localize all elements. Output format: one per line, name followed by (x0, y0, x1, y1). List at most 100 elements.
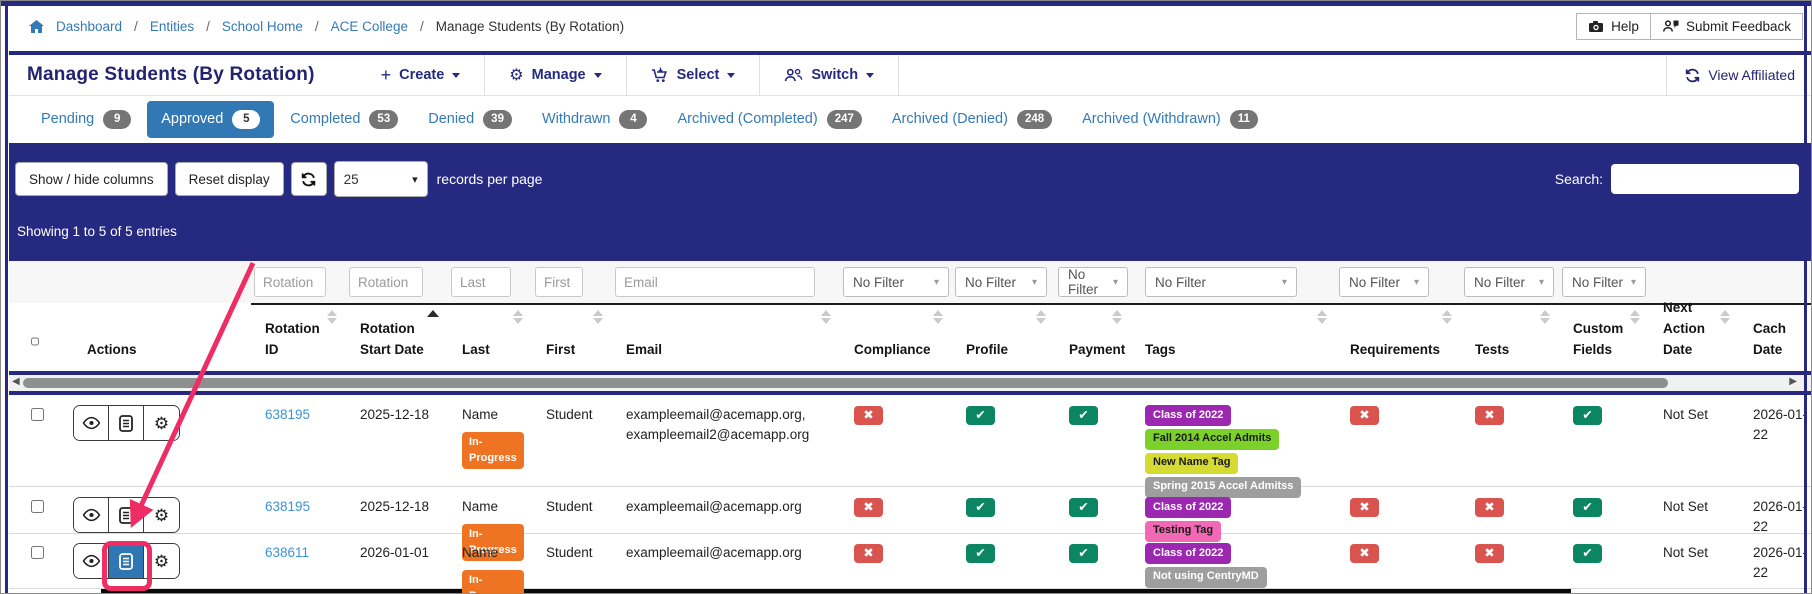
filter-requirements-select[interactable]: No Filter ▾ (1339, 267, 1429, 297)
sort-icon (933, 310, 943, 324)
filter-last-input[interactable] (451, 267, 511, 297)
help-button[interactable]: Help (1576, 12, 1651, 40)
column-header-compliance[interactable]: Compliance (840, 303, 952, 371)
filter-tags-select[interactable]: No Filter ▾ (1145, 267, 1297, 297)
tab-denied[interactable]: Denied 39 (414, 101, 526, 138)
details-document-button-highlighted[interactable] (109, 544, 144, 578)
tab-withdrawn[interactable]: Withdrawn 4 (528, 101, 662, 138)
filter-compliance-select[interactable]: No Filter ▾ (843, 267, 949, 297)
column-header-next-action-date[interactable]: Next Action Date (1649, 300, 1739, 371)
filter-custom-fields-select[interactable]: No Filter ▾ (1562, 267, 1646, 297)
filter-tests-select[interactable]: No Filter ▾ (1464, 267, 1554, 297)
filter-first-input[interactable] (535, 267, 583, 297)
scroll-right-arrow[interactable]: ▶ (1789, 376, 1797, 387)
settings-gear-button[interactable]: ⚙ (144, 406, 179, 440)
status-badge: In-Progress (462, 569, 524, 593)
select-all-checkbox[interactable] (31, 335, 39, 348)
column-header-requirements[interactable]: Requirements (1336, 303, 1461, 371)
table-header: Actions Rotation ID Rotation Start Date … (9, 300, 1811, 371)
tag-badge: New Name Tag (1145, 452, 1239, 474)
view-eye-button[interactable] (74, 544, 109, 578)
column-header-cach-date: Cach Date (1753, 321, 1787, 358)
sort-icon (593, 310, 603, 324)
rotation-id-link[interactable]: 638195 (265, 407, 310, 422)
email-cell: exampleemail@acemapp.org, exampleemail2@… (626, 407, 810, 442)
column-header-first[interactable]: First (532, 303, 612, 371)
chevron-down-icon (593, 72, 602, 78)
rotation-id-link[interactable]: 638195 (265, 499, 310, 514)
tab-approved[interactable]: Approved 5 (147, 101, 275, 138)
scrollbar-thumb[interactable] (23, 378, 1668, 388)
filter-payment-select[interactable]: No Filter ▾ (1058, 267, 1128, 297)
view-affiliated-button[interactable]: View Affiliated (1666, 55, 1811, 95)
rotation-id-link[interactable]: 638611 (265, 545, 309, 560)
column-header-custom-fields[interactable]: Custom Fields (1559, 303, 1649, 371)
next-action-date-cell: Not Set (1663, 545, 1709, 560)
tab-archived-completed[interactable]: Archived (Completed) 247 (663, 101, 875, 138)
sort-icon (1112, 310, 1122, 324)
row-checkbox[interactable] (31, 408, 44, 421)
breadcrumb-dashboard[interactable]: Dashboard (56, 19, 122, 34)
page-left-border (5, 1, 8, 593)
sort-icon (513, 310, 523, 324)
create-menu[interactable]: + Create (357, 55, 486, 95)
breadcrumb-school-home[interactable]: School Home (222, 19, 303, 34)
settings-gear-button[interactable]: ⚙ (144, 498, 179, 532)
sort-icon (1720, 310, 1730, 324)
tab-pending[interactable]: Pending 9 (27, 101, 145, 138)
compliance-fail-badge: ✖ (854, 498, 883, 517)
breadcrumb-ace-college[interactable]: ACE College (331, 19, 408, 34)
gear-icon: ⚙ (153, 505, 170, 525)
column-header-profile[interactable]: Profile (952, 303, 1055, 371)
manage-menu[interactable]: ⚙ Manage (485, 55, 627, 95)
column-header-rotation-id[interactable]: Rotation ID (251, 303, 346, 371)
camera-icon (1588, 20, 1604, 33)
title-bar: Manage Students (By Rotation) + Create ⚙… (9, 51, 1811, 96)
view-eye-button[interactable] (74, 498, 109, 532)
count-badge: 248 (1016, 110, 1053, 129)
last-name-cell: Name In-Progress (448, 487, 532, 562)
reset-display-button[interactable]: Reset display (174, 162, 284, 196)
filter-email-input[interactable] (615, 267, 815, 297)
column-header-last[interactable]: Last (448, 303, 532, 371)
breadcrumb-entities[interactable]: Entities (150, 19, 194, 34)
filter-profile-select[interactable]: No Filter ▾ (955, 267, 1047, 297)
view-eye-button[interactable] (74, 406, 109, 440)
tab-archived-denied[interactable]: Archived (Denied) 248 (878, 101, 1066, 138)
custom-fields-pass-badge: ✔ (1573, 544, 1602, 563)
page-size-select[interactable]: 25 ▾ (333, 161, 428, 197)
details-document-button[interactable] (109, 498, 144, 532)
breadcrumb-separator: / (314, 18, 319, 34)
tab-archived-withdrawn[interactable]: Archived (Withdrawn) 11 (1068, 101, 1272, 138)
tab-completed[interactable]: Completed 53 (276, 101, 412, 138)
cart-icon (651, 67, 669, 83)
filter-rotation-id-input[interactable] (254, 267, 326, 297)
settings-gear-button[interactable]: ⚙ (144, 544, 179, 578)
chevron-down-icon: ▾ (1538, 276, 1544, 288)
column-header-rotation-start-date[interactable]: Rotation Start Date (346, 303, 448, 371)
chevron-down-icon: ▾ (1112, 276, 1118, 288)
submit-feedback-button[interactable]: Submit Feedback (1649, 12, 1803, 40)
column-header-email[interactable]: Email (612, 303, 840, 371)
refresh-button[interactable] (290, 162, 327, 196)
details-document-button[interactable] (109, 406, 144, 440)
tag-badge: Not using CentryMD (1145, 566, 1267, 588)
manage-students-page: Dashboard / Entities / School Home / ACE… (0, 0, 1812, 594)
search-input[interactable] (1611, 164, 1799, 194)
first-name-cell: Student (546, 407, 593, 422)
row-actions-group: ⚙ (73, 405, 180, 441)
filter-rotation-start-input[interactable] (349, 267, 423, 297)
select-menu[interactable]: Select (627, 55, 761, 95)
row-checkbox[interactable] (31, 546, 44, 559)
scroll-left-arrow[interactable]: ◀ (12, 376, 20, 387)
column-header-tags[interactable]: Tags (1131, 303, 1336, 371)
home-icon[interactable] (29, 19, 44, 33)
column-header-tests[interactable]: Tests (1461, 303, 1559, 371)
last-name-cell: Name In-Progress (448, 395, 532, 486)
row-checkbox[interactable] (31, 500, 44, 513)
next-action-date-cell: Not Set (1663, 407, 1709, 422)
show-hide-columns-button[interactable]: Show / hide columns (15, 162, 168, 196)
cach-date-cell: 2026-01-22 (1753, 499, 1808, 534)
column-header-payment[interactable]: Payment (1055, 303, 1131, 371)
switch-menu[interactable]: Switch (760, 55, 900, 95)
